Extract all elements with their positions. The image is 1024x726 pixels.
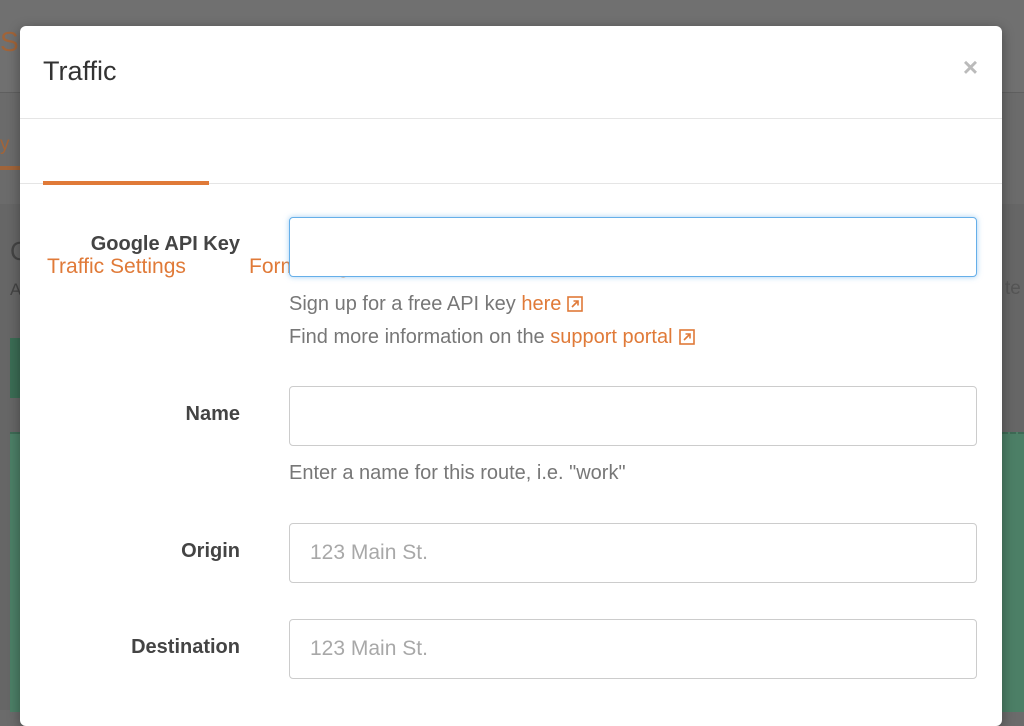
destination-input[interactable] — [289, 619, 977, 679]
origin-label: Origin — [181, 540, 240, 562]
api-key-signup-link[interactable]: here — [521, 293, 561, 315]
tab-traffic-settings-label: Traffic Settings — [47, 255, 186, 278]
tab-schedule[interactable]: Schedule — [402, 119, 504, 278]
destination-label: Destination — [131, 636, 240, 658]
backdrop-nav-underline — [0, 166, 20, 170]
support-portal-link[interactable]: support portal — [550, 326, 672, 348]
external-link-icon[interactable] — [567, 296, 584, 312]
tab-formatting[interactable]: Formatting — [245, 119, 365, 278]
backdrop-green-panel-right — [1002, 432, 1024, 712]
external-link-icon[interactable] — [678, 329, 695, 345]
name-input[interactable] — [289, 386, 977, 446]
name-help: Enter a name for this route, i.e. "work" — [289, 462, 626, 484]
origin-input[interactable] — [289, 523, 977, 583]
api-key-help-signup: Sign up for a free API key here — [289, 293, 584, 316]
tab-traffic-settings[interactable]: Traffic Settings — [43, 119, 209, 278]
backdrop-nav-fragment: y — [0, 134, 10, 155]
backdrop-heading-fragment: C — [10, 236, 20, 266]
api-key-input[interactable] — [289, 217, 977, 277]
modal-header: Traffic × — [20, 26, 1002, 119]
api-key-help-support: Find more information on the support por… — [289, 326, 695, 349]
api-key-help-signup-text: Sign up for a free API key — [289, 293, 522, 315]
backdrop-text-fragment: A — [10, 280, 20, 299]
api-key-label: Google API Key — [90, 233, 240, 255]
modal-title: Traffic — [43, 56, 117, 86]
backdrop-text-fragment-right: te — [1005, 278, 1021, 299]
name-label: Name — [185, 403, 240, 425]
close-icon[interactable]: × — [963, 54, 978, 80]
api-key-help-support-text: Find more information on the — [289, 326, 551, 348]
traffic-modal: Traffic × Traffic Settings Formatting Sc… — [20, 26, 1002, 726]
backdrop-brand-fragment: S — [0, 26, 19, 57]
tab-bar: Traffic Settings Formatting Schedule — [20, 119, 1002, 278]
